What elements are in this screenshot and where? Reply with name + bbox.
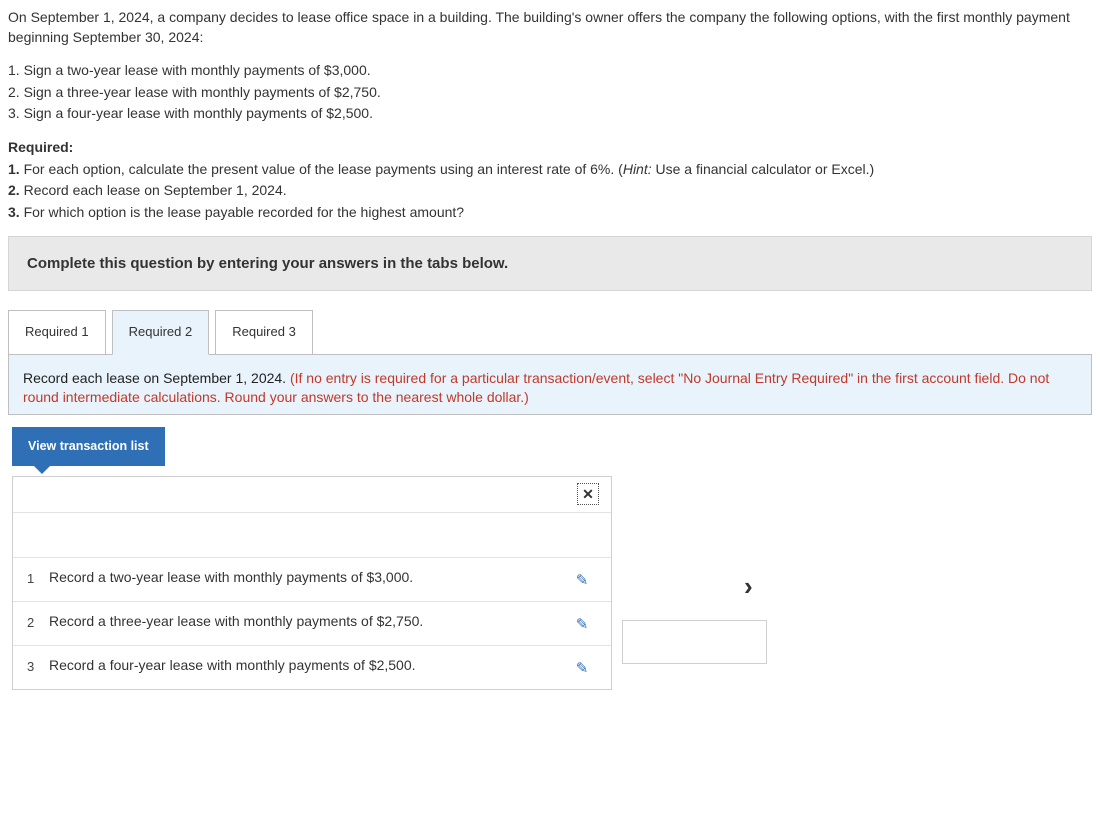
transaction-list-header: ✕ bbox=[13, 477, 611, 513]
answer-input-box[interactable] bbox=[622, 620, 767, 664]
transaction-number: 1 bbox=[27, 568, 49, 588]
tab-required-3[interactable]: Required 3 bbox=[215, 310, 313, 354]
instruction-bar: Complete this question by entering your … bbox=[8, 236, 1092, 291]
transaction-text: Record a four-year lease with monthly pa… bbox=[49, 656, 567, 676]
pencil-icon[interactable]: ✎ bbox=[576, 658, 589, 679]
tab-required-1[interactable]: Required 1 bbox=[8, 310, 106, 354]
panel-instruction-main: Record each lease on September 1, 2024. bbox=[23, 370, 290, 386]
hint-label: Hint: bbox=[623, 161, 652, 177]
transaction-number: 3 bbox=[27, 656, 49, 676]
tab-panel: Record each lease on September 1, 2024. … bbox=[8, 354, 1092, 415]
transaction-number: 2 bbox=[27, 612, 49, 632]
problem-statement: On September 1, 2024, a company decides … bbox=[8, 8, 1092, 222]
requirement-1: 1. For each option, calculate the presen… bbox=[8, 160, 1092, 180]
transaction-text: Record a two-year lease with monthly pay… bbox=[49, 568, 567, 588]
requirement-3: 3. For which option is the lease payable… bbox=[8, 203, 1092, 223]
transaction-row: 1 Record a two-year lease with monthly p… bbox=[13, 557, 611, 601]
view-transaction-list-button[interactable]: View transaction list bbox=[12, 427, 165, 467]
worksheet: ✕ 1 Record a two-year lease with monthly… bbox=[12, 476, 1092, 690]
option-1: 1. Sign a two-year lease with monthly pa… bbox=[8, 61, 1092, 81]
transaction-row: 3 Record a four-year lease with monthly … bbox=[13, 645, 611, 689]
tab-required-2[interactable]: Required 2 bbox=[112, 310, 210, 354]
req2-num: 2. bbox=[8, 182, 20, 198]
transaction-row: 2 Record a three-year lease with monthly… bbox=[13, 601, 611, 645]
pencil-icon[interactable]: ✎ bbox=[576, 614, 589, 635]
requirement-2: 2. Record each lease on September 1, 202… bbox=[8, 181, 1092, 201]
req1-num: 1. bbox=[8, 161, 20, 177]
chevron-right-icon[interactable]: › bbox=[744, 568, 753, 604]
transaction-list: ✕ 1 Record a two-year lease with monthly… bbox=[12, 476, 612, 690]
option-3: 3. Sign a four-year lease with monthly p… bbox=[8, 104, 1092, 124]
req3-num: 3. bbox=[8, 204, 20, 220]
right-pane: › bbox=[622, 476, 822, 690]
pencil-icon[interactable]: ✎ bbox=[576, 570, 589, 591]
option-2: 2. Sign a three-year lease with monthly … bbox=[8, 83, 1092, 103]
required-label: Required: bbox=[8, 138, 1092, 158]
close-icon[interactable]: ✕ bbox=[577, 483, 599, 505]
intro-paragraph: On September 1, 2024, a company decides … bbox=[8, 8, 1092, 47]
tabs-row: Required 1 Required 2 Required 3 bbox=[8, 309, 1092, 353]
transaction-text: Record a three-year lease with monthly p… bbox=[49, 612, 567, 632]
